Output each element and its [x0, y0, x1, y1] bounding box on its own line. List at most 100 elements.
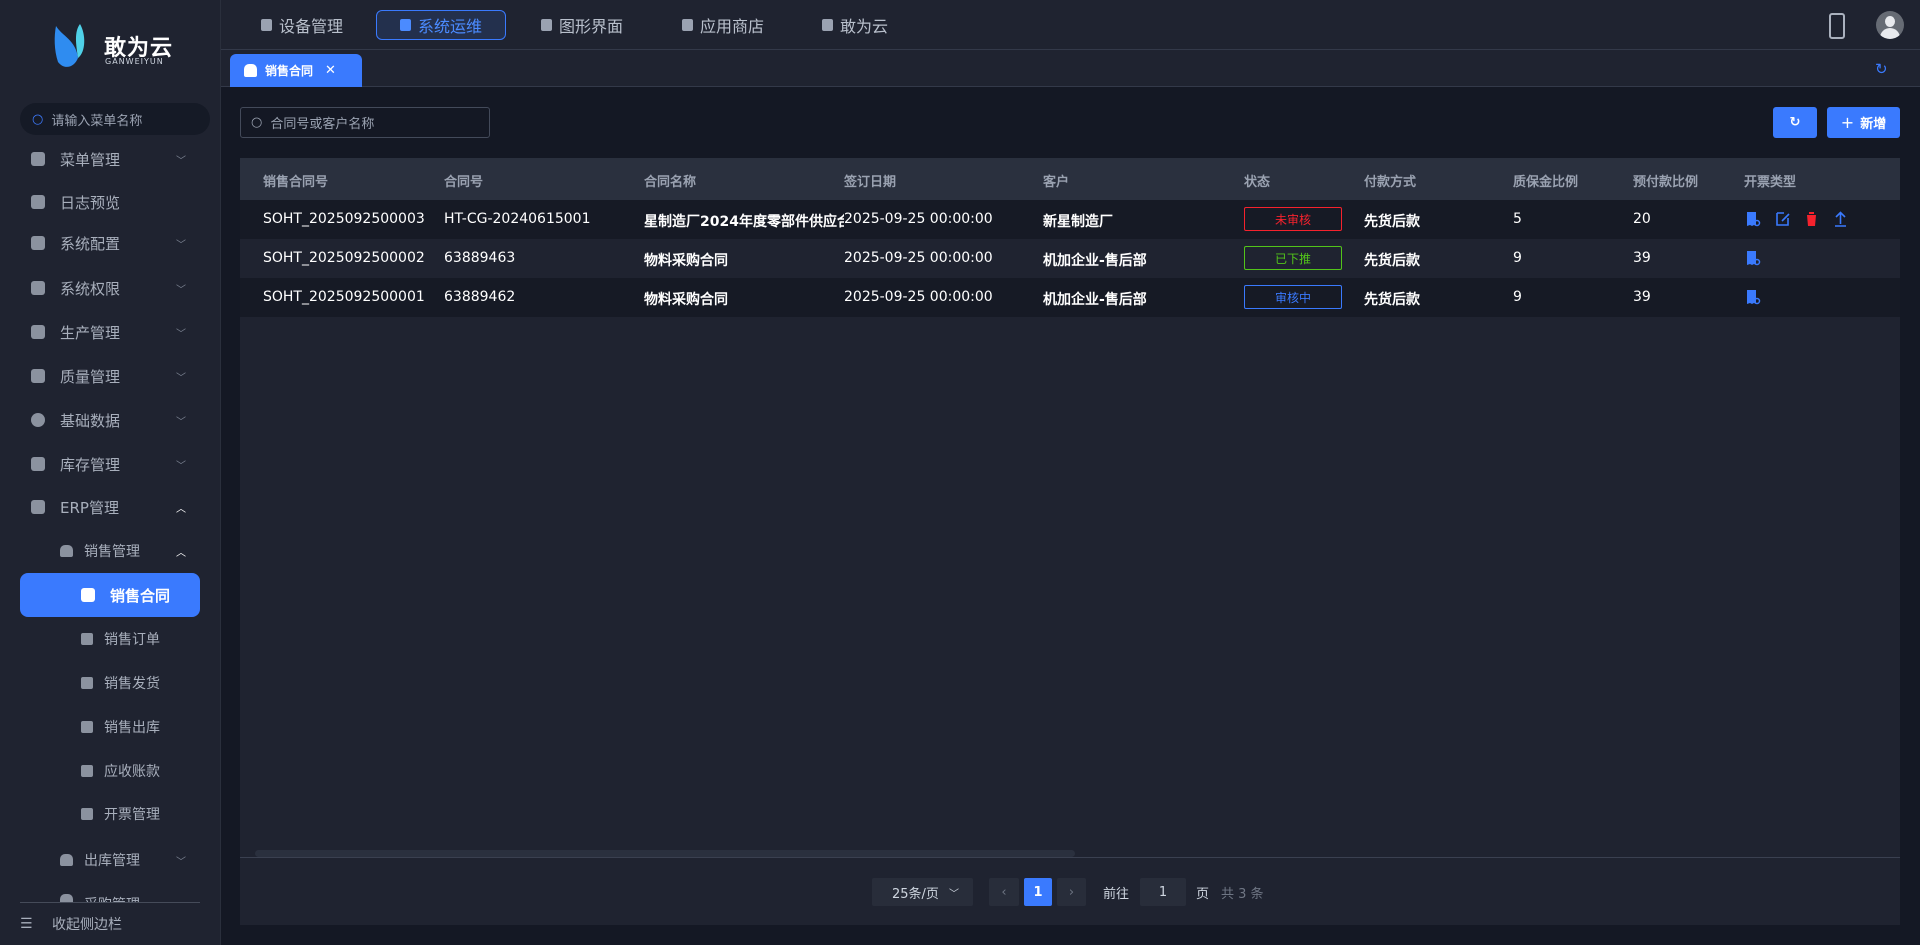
sidebar-item-sales-order[interactable]: 销售订单 [0, 621, 221, 657]
prev-page-button[interactable]: ‹ [989, 878, 1019, 906]
table-cell: SOHT_2025092500002 [263, 250, 425, 266]
view-invoice-icon[interactable] [1746, 211, 1761, 227]
sidebar-item-config[interactable]: 系统配置 ﹀ [0, 225, 221, 261]
table-cell: 新星制造厂 [1043, 214, 1113, 230]
table-cell: 星制造厂2024年度零部件供应合 [644, 214, 844, 230]
table-cell: SOHT_2025092500001 [263, 289, 425, 305]
label: ERP管理 [60, 498, 119, 517]
column-header: 质保金比例 [1513, 175, 1579, 190]
refresh-button[interactable]: ↻ [1773, 107, 1817, 138]
delete-icon[interactable] [1804, 211, 1819, 227]
sidebar-item-production[interactable]: 生产管理 ﹀ [0, 314, 221, 350]
sidebar-item-sales-outbound[interactable]: 销售出库 [0, 709, 221, 745]
next-page-button[interactable]: › [1057, 878, 1086, 906]
view-invoice-icon[interactable] [1746, 289, 1761, 305]
label: 敢为云 [840, 17, 889, 36]
table-row[interactable]: SOHT_2025092500003 HT-CG-20240615001 星制造厂2… [240, 200, 1900, 239]
chevron-down-icon: ﹀ [176, 239, 186, 251]
goto-page-input[interactable]: 1 [1140, 878, 1186, 906]
nav-appstore[interactable]: 应用商店 [670, 10, 776, 40]
home-icon [31, 236, 45, 250]
column-header: 签订日期 [844, 175, 897, 190]
warehouse-icon [60, 894, 73, 902]
page-unit-label: 页 [1196, 887, 1210, 902]
sidebar-item-sales-contract[interactable]: 销售合同 [20, 573, 200, 617]
avatar[interactable] [1876, 11, 1904, 39]
chevron-down-icon: ﹀ [176, 856, 186, 868]
page-size-select[interactable]: 25条/页 ﹀ [872, 878, 973, 906]
menu-search-input[interactable]: ○ 请输入菜单名称 [20, 103, 210, 135]
sidebar-item-quality[interactable]: 质量管理 ﹀ [0, 358, 221, 394]
menu-icon [31, 152, 45, 166]
table-cell: 机加企业-售后部 [1043, 292, 1147, 308]
chevron-down-icon: ﹀ [176, 328, 186, 340]
collapse-sidebar-button[interactable]: ☰ 收起侧边栏 [20, 902, 200, 945]
sidebar-item-purchase[interactable]: 采购管理 [0, 885, 221, 902]
search-icon: ○ [32, 111, 44, 127]
contract-search-input[interactable]: ○ 合同号或客户名称 [240, 107, 490, 138]
basket-icon [81, 721, 93, 733]
basket-icon [81, 677, 93, 689]
sidebar-item-invoice[interactable]: 开票管理 [0, 796, 221, 832]
sidebar-item-sales-delivery[interactable]: 销售发货 [0, 665, 221, 701]
nav-graphics[interactable]: 图形界面 [529, 10, 635, 40]
sidebar: 敢为云 GANWEIYUN ○ 请输入菜单名称 菜单管理 ﹀ 日志预览 系统配置 ﹀ … [0, 0, 221, 945]
sidebar-item-menu[interactable]: 菜单管理 ﹀ [0, 141, 221, 177]
upload-icon[interactable] [1833, 211, 1848, 227]
sidebar-item-erp[interactable]: ERP管理 ︿ [0, 489, 221, 525]
device-icon [261, 19, 272, 31]
sidebar-item-receivables[interactable]: 应收账款 [0, 753, 221, 789]
column-header: 付款方式 [1364, 175, 1417, 190]
label: 设备管理 [279, 17, 344, 36]
mobile-icon[interactable] [1829, 13, 1845, 39]
warehouse-icon [60, 854, 73, 866]
tab-sales-contract[interactable]: 销售合同 ✕ [230, 54, 362, 87]
label: 销售发货 [104, 676, 160, 692]
page-1-button[interactable]: 1 [1024, 878, 1052, 906]
warehouse-icon [81, 588, 95, 602]
label: 菜单管理 [60, 150, 121, 169]
sidebar-item-inventory[interactable]: 库存管理 ﹀ [0, 446, 221, 482]
table-cell: SOHT_2025092500003 [263, 211, 425, 227]
sidebar-item-sales[interactable]: 销售管理 ︿ [0, 533, 221, 569]
table-cell: 63889463 [444, 250, 516, 266]
add-button[interactable]: + 新增 [1827, 107, 1900, 138]
column-header: 预付款比例 [1633, 175, 1699, 190]
sidebar-item-outbound[interactable]: 出库管理 ﹀ [0, 842, 221, 878]
status-badge: 审核中 [1244, 285, 1342, 309]
table-cell: 先货后款 [1364, 253, 1420, 269]
globe-icon [31, 413, 45, 427]
nav-device[interactable]: 设备管理 [249, 10, 355, 40]
table-cell: 2025-09-25 00:00:00 [844, 289, 993, 305]
chevron-down-icon: ﹀ [176, 155, 186, 167]
table-cell: 2025-09-25 00:00:00 [844, 250, 993, 266]
view-invoice-icon[interactable] [1746, 250, 1761, 266]
sidebar-item-log[interactable]: 日志预览 [0, 184, 221, 220]
label: 图形界面 [559, 17, 624, 36]
table-cell: 机加企业-售后部 [1043, 253, 1147, 269]
quality-shield-icon [31, 369, 45, 383]
sidebar-item-permission[interactable]: 系统权限 ﹀ [0, 270, 221, 306]
log-icon [31, 195, 45, 209]
sidebar-item-basedata[interactable]: 基础数据 ﹀ [0, 402, 221, 438]
label: 25条/页 [892, 886, 939, 902]
nav-ops[interactable]: 系统运维 [376, 10, 506, 40]
table-cell: 39 [1633, 289, 1651, 305]
label: 系统运维 [417, 17, 482, 36]
store-icon [682, 19, 693, 31]
edit-icon[interactable] [1775, 211, 1790, 227]
table-row[interactable]: SOHT_2025092500001 63889462 物料采购合同 2025-09-… [240, 278, 1900, 317]
nav-cloud[interactable]: 敢为云 [810, 10, 900, 40]
basket-icon [81, 633, 93, 645]
basket-icon [81, 765, 93, 777]
table-cell: 物料采购合同 [644, 253, 728, 269]
refresh-tab-icon[interactable]: ↻ [1875, 60, 1888, 78]
chevron-up-icon: ︿ [176, 503, 186, 515]
table-row[interactable]: SOHT_2025092500002 63889463 物料采购合同 2025-09-… [240, 239, 1900, 278]
horizontal-scrollbar[interactable] [255, 850, 1075, 857]
label: 日志预览 [60, 193, 121, 212]
close-icon[interactable]: ✕ [325, 63, 336, 78]
wrench-icon [399, 19, 411, 31]
table-cell: 20 [1633, 211, 1651, 227]
label: 系统配置 [60, 234, 121, 253]
